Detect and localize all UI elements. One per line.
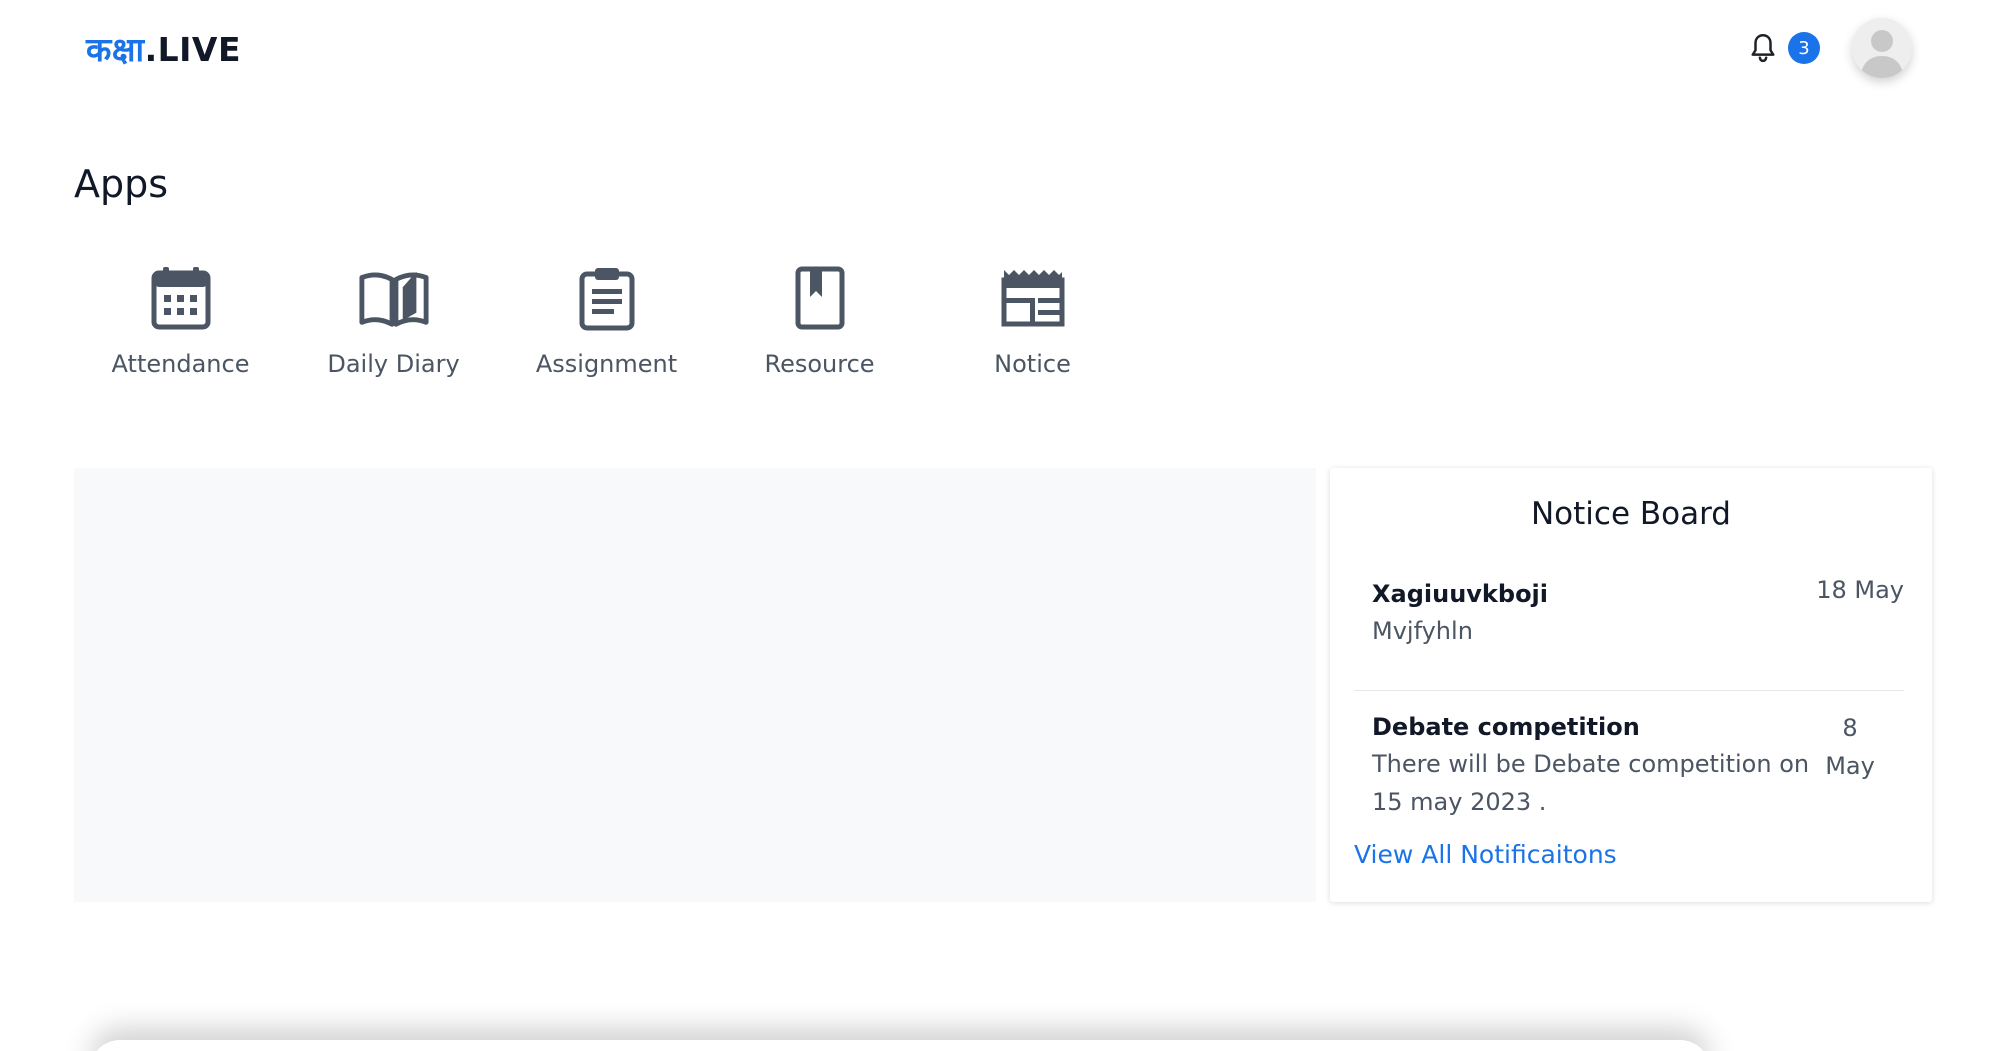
- clipboard-icon: [579, 268, 634, 331]
- notice-date: 18 May: [1816, 576, 1904, 604]
- app-notice[interactable]: Notice: [926, 262, 1139, 378]
- notice-item[interactable]: Xagiuuvkboji 18 May Mvjfyhln: [1354, 576, 1904, 650]
- app-label: Notice: [994, 350, 1071, 378]
- view-all-notifications-link[interactable]: View All Notificaitons: [1354, 840, 1617, 869]
- app-label: Assignment: [535, 350, 678, 378]
- open-book-icon: [358, 271, 429, 327]
- notice-board-card: Notice Board Xagiuuvkboji 18 May Mvjfyhl…: [1330, 468, 1932, 902]
- notification-count-badge: 3: [1788, 32, 1820, 64]
- app-label: Resource: [764, 350, 875, 378]
- app-resource[interactable]: Resource: [713, 262, 926, 378]
- apps-section-title: Apps: [74, 162, 169, 206]
- app-label: Attendance: [111, 350, 250, 378]
- app-logo[interactable]: कक्षा .LIVE: [86, 26, 241, 71]
- app-daily-diary[interactable]: Daily Diary: [287, 262, 500, 378]
- notifications-button[interactable]: 3: [1748, 30, 1820, 70]
- page: कक्षा .LIVE 3 Apps Attendance Daily Diar…: [0, 0, 2000, 1051]
- bell-icon: [1751, 34, 1775, 63]
- notice-date: 8 May: [1825, 714, 1875, 780]
- logo-hindi-text: कक्षा: [86, 30, 145, 69]
- app-assignment[interactable]: Assignment: [500, 262, 713, 378]
- notice-description: There will be Debate competition on 15 m…: [1372, 750, 1810, 816]
- logo-suffix-text: .LIVE: [144, 30, 241, 69]
- bottom-panel-edge: [90, 1040, 1710, 1051]
- notice-item[interactable]: Debate competition 8 May There will be D…: [1354, 690, 1904, 821]
- app-attendance[interactable]: Attendance: [74, 262, 287, 378]
- main-content-panel: [74, 468, 1316, 902]
- apps-grid: Attendance Daily Diary Assignment Resour…: [74, 262, 1139, 378]
- bookmark-book-icon: [795, 266, 844, 330]
- newspaper-icon: [1001, 270, 1064, 327]
- notice-description: Mvjfyhln: [1372, 617, 1473, 645]
- notice-board-title: Notice Board: [1530, 496, 1731, 532]
- user-avatar[interactable]: [1852, 18, 1912, 78]
- app-label: Daily Diary: [327, 350, 460, 378]
- person-icon: [1860, 30, 1904, 78]
- calendar-icon: [151, 267, 210, 330]
